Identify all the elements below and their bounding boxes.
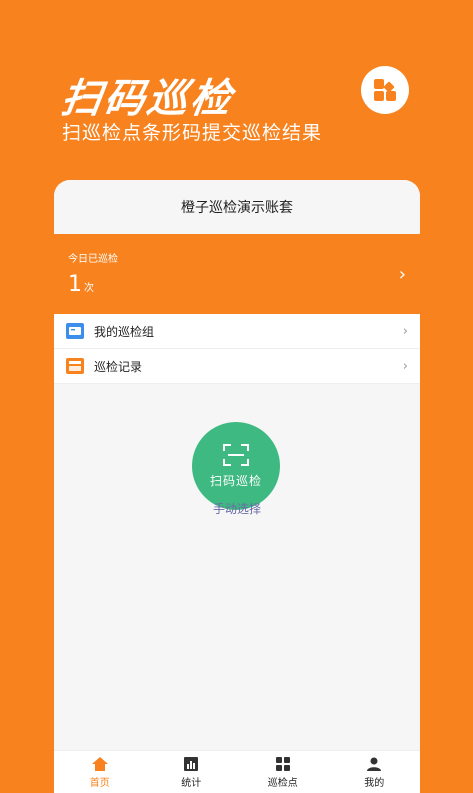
- tab-label: 首页: [89, 777, 110, 789]
- today-count-value: 1: [68, 272, 82, 297]
- menu-item-label: 我的巡检组: [94, 324, 155, 339]
- today-count-unit: 次: [84, 283, 94, 294]
- tab-label: 我的: [364, 777, 385, 789]
- menu-item-my-group[interactable]: 我的巡检组 ›: [54, 314, 420, 349]
- main-card: 橙子巡检演示账套 今日已巡检 1次 › 我的巡检组 › 巡检记录 › 扫码巡检: [54, 180, 420, 793]
- home-icon: [91, 756, 108, 772]
- tab-home[interactable]: 首页: [54, 751, 146, 793]
- menu-list: 我的巡检组 › 巡检记录 ›: [54, 314, 420, 384]
- tab-stats[interactable]: 统计: [146, 751, 238, 793]
- account-title: 橙子巡检演示账套: [54, 180, 420, 234]
- manual-select-link[interactable]: 手动选择: [54, 500, 420, 517]
- hero-title: 扫码巡检: [58, 76, 237, 122]
- grid-icon: [275, 756, 290, 772]
- group-card-icon: [66, 323, 84, 339]
- chevron-right-icon: ›: [402, 323, 408, 339]
- menu-item-label: 巡检记录: [94, 359, 143, 374]
- hero-subtitle: 扫巡检点条形码提交巡检结果: [62, 122, 323, 144]
- scan-button-label: 扫码巡检: [209, 473, 262, 488]
- chevron-right-icon: ›: [402, 358, 408, 374]
- today-summary[interactable]: 今日已巡检 1次 ›: [54, 234, 420, 314]
- tab-label: 巡检点: [267, 777, 298, 789]
- today-label: 今日已巡检: [68, 254, 118, 265]
- scan-frame-icon: [223, 443, 249, 466]
- tab-mine[interactable]: 我的: [329, 751, 421, 793]
- today-count: 1次: [68, 272, 94, 297]
- menu-item-records[interactable]: 巡检记录 ›: [54, 349, 420, 384]
- scan-button[interactable]: 扫码巡检: [192, 422, 280, 510]
- bottom-tabbar: 首页 统计 巡检点 我的: [54, 750, 420, 793]
- record-icon: [66, 358, 84, 374]
- tab-checkpoints[interactable]: 巡检点: [237, 751, 329, 793]
- chevron-right-icon: ›: [398, 264, 406, 285]
- person-icon: [367, 756, 382, 772]
- tab-label: 统计: [181, 777, 202, 789]
- grid-apps-icon[interactable]: [361, 66, 409, 114]
- bar-chart-icon: [184, 756, 199, 772]
